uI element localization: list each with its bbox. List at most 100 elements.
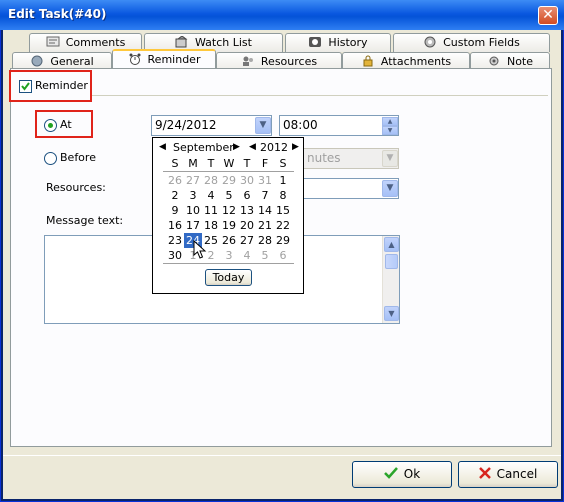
cancel-x-icon — [478, 467, 491, 479]
message-label: Message text: — [46, 214, 124, 227]
divider — [92, 95, 548, 96]
before-dropdown-button[interactable]: ▼ — [382, 150, 398, 167]
chevron-down-icon: ▼ — [387, 127, 393, 134]
resources-dropdown-button[interactable]: ▼ — [382, 180, 398, 197]
calendar-day[interactable]: 21 — [256, 218, 274, 233]
calendar-day[interactable]: 5 — [256, 248, 274, 263]
calendar-day[interactable]: 3 — [220, 248, 238, 263]
tab-label: Custom Fields — [443, 36, 520, 49]
close-button[interactable]: ✕ — [538, 6, 558, 25]
calendar-grid: 26 27 28 29 30 31 1 2 3 4 5 6 7 8 9 10 11 12 13 14 15 16 17 18 1… — [166, 173, 292, 263]
message-scrollbar[interactable]: ▲ ▼ — [382, 236, 399, 323]
calendar-day[interactable]: 27 — [184, 173, 202, 188]
comments-icon — [46, 36, 60, 48]
calendar-popup: ◀ September ▶ ◀ 2012 ▶ S M T W T F S 26 2… — [152, 137, 304, 294]
chevron-right-icon: ▶ — [233, 142, 240, 152]
cancel-button[interactable]: Cancel — [458, 461, 558, 488]
calendar-day[interactable]: 6 — [274, 248, 292, 263]
calendar-day[interactable]: 10 — [184, 203, 202, 218]
calendar-day[interactable]: 7 — [256, 188, 274, 203]
calendar-day[interactable]: 19 — [220, 218, 238, 233]
calendar-day[interactable]: 28 — [256, 233, 274, 248]
scroll-down-button[interactable]: ▼ — [384, 306, 399, 321]
calendar-day[interactable]: 12 — [220, 203, 238, 218]
calendar-day[interactable]: 13 — [238, 203, 256, 218]
scroll-up-button[interactable]: ▲ — [384, 237, 399, 252]
tab-history[interactable]: History — [285, 33, 391, 52]
calendar-day[interactable]: 17 — [184, 218, 202, 233]
calendar-day[interactable]: 22 — [274, 218, 292, 233]
date-field[interactable]: 9/24/2012 ▼ — [151, 115, 272, 136]
mouse-cursor-icon — [193, 240, 207, 259]
tab-custom-fields[interactable]: Custom Fields — [393, 33, 550, 52]
prev-year-button[interactable]: ◀ — [249, 140, 256, 155]
close-icon: ✕ — [542, 7, 554, 23]
calendar-divider — [163, 171, 294, 172]
calendar-day[interactable]: 16 — [166, 218, 184, 233]
calendar-day[interactable]: 6 — [238, 188, 256, 203]
before-radio[interactable] — [44, 152, 57, 165]
window-title: Edit Task(#40) — [8, 7, 107, 21]
before-label: Before — [60, 151, 96, 164]
calendar-day[interactable]: 29 — [220, 173, 238, 188]
tab-label: Watch List — [195, 36, 252, 49]
calendar-day[interactable]: 15 — [274, 203, 292, 218]
ok-button[interactable]: Ok — [352, 461, 452, 488]
calendar-day[interactable]: 31 — [256, 173, 274, 188]
time-field[interactable]: 08:00 ▲ ▼ — [279, 115, 399, 136]
weekday-label: W — [223, 157, 235, 170]
calendar-day[interactable]: 1 — [274, 173, 292, 188]
calendar-day[interactable]: 27 — [238, 233, 256, 248]
at-radio[interactable] — [44, 119, 57, 132]
chevron-down-icon: ▼ — [386, 183, 394, 193]
weekday-label: M — [188, 157, 198, 170]
calendar-day[interactable]: 4 — [202, 188, 220, 203]
calendar-day[interactable]: 8 — [274, 188, 292, 203]
calendar-day[interactable]: 4 — [238, 248, 256, 263]
calendar-day[interactable]: 30 — [166, 248, 184, 263]
date-value: 9/24/2012 — [155, 118, 217, 132]
calendar-day[interactable]: 11 — [202, 203, 220, 218]
calendar-day[interactable]: 26 — [220, 233, 238, 248]
next-month-button[interactable]: ▶ — [233, 140, 240, 155]
tab-label: History — [328, 36, 368, 49]
month-label[interactable]: September — [173, 140, 234, 155]
lock-icon — [361, 55, 375, 67]
prev-month-button[interactable]: ◀ — [159, 140, 166, 155]
calendar-day[interactable]: 3 — [184, 188, 202, 203]
tab-label: Comments — [65, 36, 126, 49]
calendar-day[interactable]: 28 — [202, 173, 220, 188]
tab-label: Resources — [260, 55, 318, 68]
scroll-thumb[interactable] — [385, 254, 398, 269]
calendar-day[interactable]: 2 — [166, 188, 184, 203]
general-icon — [30, 55, 44, 67]
calendar-day[interactable]: 29 — [274, 233, 292, 248]
watch-list-icon — [175, 35, 189, 48]
time-value: 08:00 — [283, 118, 318, 132]
chevron-left-icon: ◀ — [159, 142, 166, 152]
title-bar[interactable]: Edit Task(#40) ✕ — [0, 0, 564, 30]
calendar-day[interactable]: 9 — [166, 203, 184, 218]
chevron-left-icon: ◀ — [249, 142, 256, 152]
alarm-clock-icon — [128, 53, 142, 65]
calendar-day[interactable]: 23 — [166, 233, 184, 248]
year-label[interactable]: 2012 — [260, 140, 288, 155]
footer-divider — [3, 455, 561, 456]
date-dropdown-button[interactable]: ▼ — [255, 117, 271, 134]
reminder-checkbox[interactable] — [19, 80, 32, 93]
calendar-day[interactable]: 20 — [238, 218, 256, 233]
calendar-day[interactable]: 5 — [220, 188, 238, 203]
next-year-button[interactable]: ▶ — [292, 140, 299, 155]
at-label: At — [60, 118, 72, 131]
chevron-down-icon: ▼ — [386, 153, 394, 163]
calendar-divider — [163, 263, 294, 264]
note-icon — [487, 55, 501, 67]
calendar-day[interactable]: 26 — [166, 173, 184, 188]
calendar-day[interactable]: 18 — [202, 218, 220, 233]
time-spin-up[interactable]: ▲ — [382, 117, 398, 126]
calendar-day[interactable]: 14 — [256, 203, 274, 218]
today-button[interactable]: Today — [205, 269, 252, 286]
time-spin-down[interactable]: ▼ — [382, 126, 398, 135]
calendar-day[interactable]: 30 — [238, 173, 256, 188]
tab-label: Attachments — [380, 55, 452, 68]
